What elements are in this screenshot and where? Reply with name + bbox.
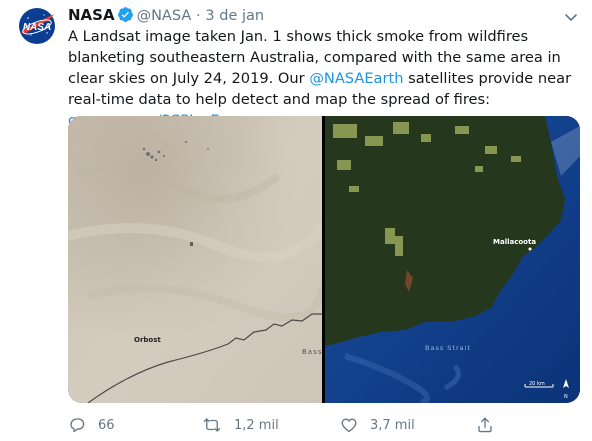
tweet-timestamp[interactable]: 3 de jan — [205, 8, 264, 24]
share-icon — [478, 417, 492, 433]
reply-button[interactable]: 66 — [68, 416, 115, 434]
reply-count: 66 — [98, 417, 115, 433]
heart-icon — [341, 418, 357, 433]
verified-badge-icon — [117, 6, 134, 28]
retweet-count: 1,2 mil — [234, 417, 279, 433]
scale-label: 20 km — [529, 381, 545, 387]
nasa-logo: NASA — [19, 8, 55, 44]
tweet-actions: 66 1,2 mil 3,7 mil — [68, 416, 580, 438]
like-count: 3,7 mil — [370, 417, 415, 433]
tweet-header: NASA @NASA · 3 de jan — [68, 5, 264, 28]
svg-text:NASA: NASA — [23, 22, 51, 33]
retweet-icon — [203, 418, 221, 432]
mention-link[interactable]: @NASAEarth — [309, 70, 403, 87]
orbost-label: Orbost — [134, 336, 161, 344]
north-label: N — [564, 394, 568, 400]
reply-icon — [70, 418, 85, 433]
media-container[interactable]: Orbost Bass Mallacoota Bass Strait 20 km… — [68, 116, 580, 403]
bass-label: Bass — [302, 348, 322, 356]
more-options-chevron-down-icon[interactable] — [564, 8, 578, 27]
mallacoota-label: Mallacoota — [493, 238, 536, 246]
header-separator: · — [196, 8, 201, 24]
smoke-satellite-image[interactable]: Orbost Bass — [68, 116, 327, 403]
author-name[interactable]: NASA — [68, 6, 115, 24]
retweet-button[interactable]: 1,2 mil — [202, 416, 279, 434]
bass-strait-label: Bass Strait — [425, 344, 471, 352]
author-handle[interactable]: @NASA — [137, 8, 192, 24]
avatar[interactable]: NASA — [16, 5, 58, 47]
like-button[interactable]: 3,7 mil — [340, 416, 415, 434]
share-button[interactable] — [476, 416, 494, 434]
clear-sky-satellite-image[interactable]: Mallacoota Bass Strait 20 km N — [325, 116, 580, 403]
